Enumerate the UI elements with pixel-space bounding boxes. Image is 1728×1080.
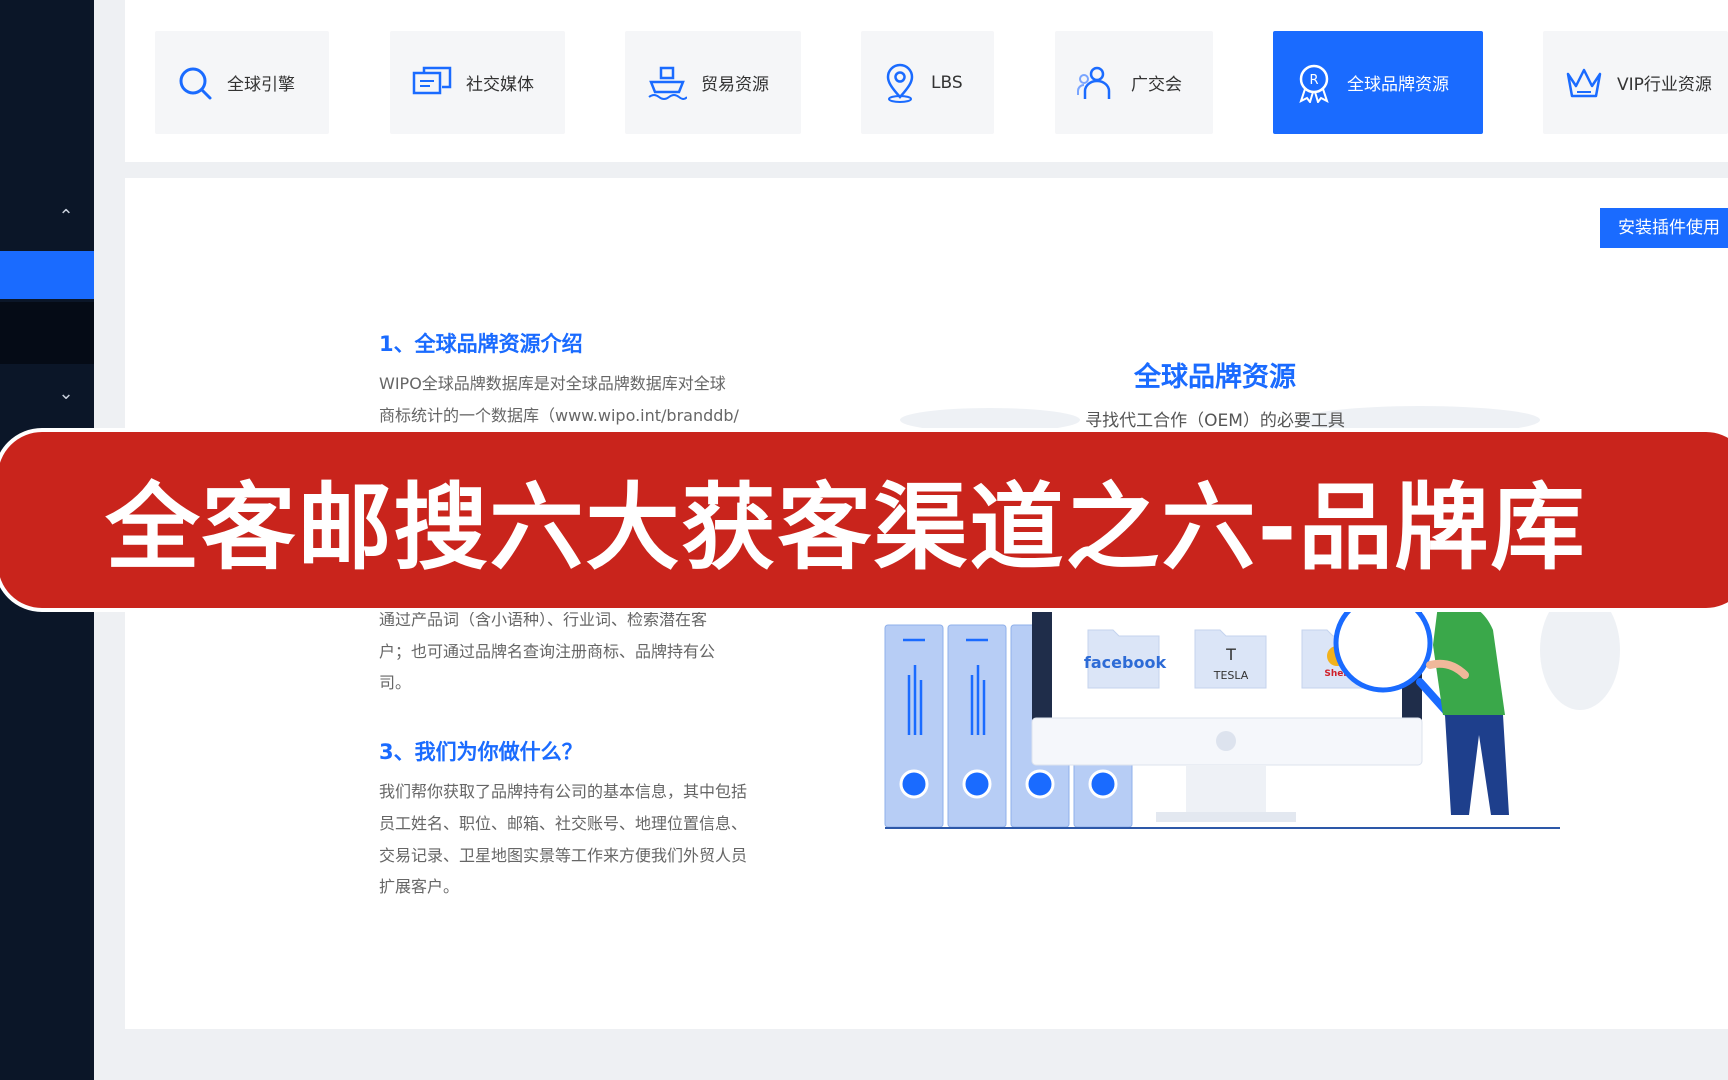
location-pin-icon — [886, 63, 914, 103]
tab-label: 广交会 — [1131, 75, 1182, 95]
sidebar-submenu-item[interactable] — [0, 302, 94, 364]
section-3-line-4: 扩展客户。 — [379, 877, 460, 896]
tab-trade-resources[interactable]: 贸易资源 — [625, 31, 801, 134]
facebook-folder-label: facebook — [1084, 653, 1167, 672]
tab-vip-industry-resources[interactable]: VIP行业资源 — [1543, 31, 1728, 134]
title-banner: 全客邮搜六大获客渠道之六-品牌库 — [0, 428, 1728, 612]
tab-social-media[interactable]: 社交媒体 — [390, 31, 565, 134]
section-1-title: 1、全球品牌资源介绍 — [379, 332, 583, 356]
search-icon — [179, 67, 212, 99]
chevron-down-icon[interactable]: ⌄ — [52, 380, 80, 408]
tab-lbs[interactable]: LBS — [861, 31, 994, 134]
ship-icon — [648, 66, 687, 100]
chevron-up-icon[interactable]: ⌃ — [52, 203, 80, 231]
svg-text:R: R — [1309, 73, 1318, 88]
section-1-line-1: WIPO全球品牌数据库是对全球品牌数据库对全球 — [379, 374, 726, 393]
banner-title: 全客邮搜六大获客渠道之六-品牌库 — [105, 474, 1587, 583]
tab-canton-fair[interactable]: 广交会 — [1055, 31, 1213, 134]
tab-label: 社交媒体 — [466, 75, 534, 95]
section-2-line-3: 司。 — [379, 673, 412, 692]
section-3-title: 3、我们为你做什么？ — [379, 740, 583, 764]
crown-icon — [1566, 68, 1602, 97]
tab-label: 全球品牌资源 — [1347, 75, 1449, 95]
channel-tabs-card: 全球引擎 社交媒体 贸易资源 LBS 广交会 R 全球品牌资源 VIP行业资源 — [125, 0, 1728, 162]
registered-badge-icon: R — [1299, 64, 1329, 103]
tab-global-engine[interactable]: 全球引擎 — [155, 31, 329, 134]
tesla-folder-label: TESLA — [1213, 669, 1249, 682]
illustration-title: 全球品牌资源 — [1134, 362, 1296, 393]
section-3-line-1: 我们帮你获取了品牌持有公司的基本信息，其中包括 — [379, 782, 748, 801]
section-2-line-2: 户；也可通过品牌名查询注册商标、品牌持有公 — [379, 642, 716, 661]
install-plugin-button[interactable]: 安装插件使用 — [1600, 208, 1728, 248]
tab-label: 贸易资源 — [701, 75, 769, 95]
tab-global-brand-resources[interactable]: R 全球品牌资源 — [1273, 31, 1483, 134]
chat-icon — [412, 66, 452, 94]
people-icon — [1077, 66, 1111, 99]
tab-label: VIP行业资源 — [1617, 75, 1712, 95]
tab-label: 全球引擎 — [227, 75, 295, 95]
tab-label: LBS — [931, 72, 963, 93]
sidebar-active-item[interactable] — [0, 251, 94, 299]
tesla-logo-icon: T — [1225, 645, 1236, 664]
section-3-line-3: 交易记录、卫星地图实景等工作来方便我们外贸人员 — [379, 846, 748, 865]
section-3-line-2: 员工姓名、职位、邮箱、社交账号、地理位置信息、 — [379, 814, 748, 833]
